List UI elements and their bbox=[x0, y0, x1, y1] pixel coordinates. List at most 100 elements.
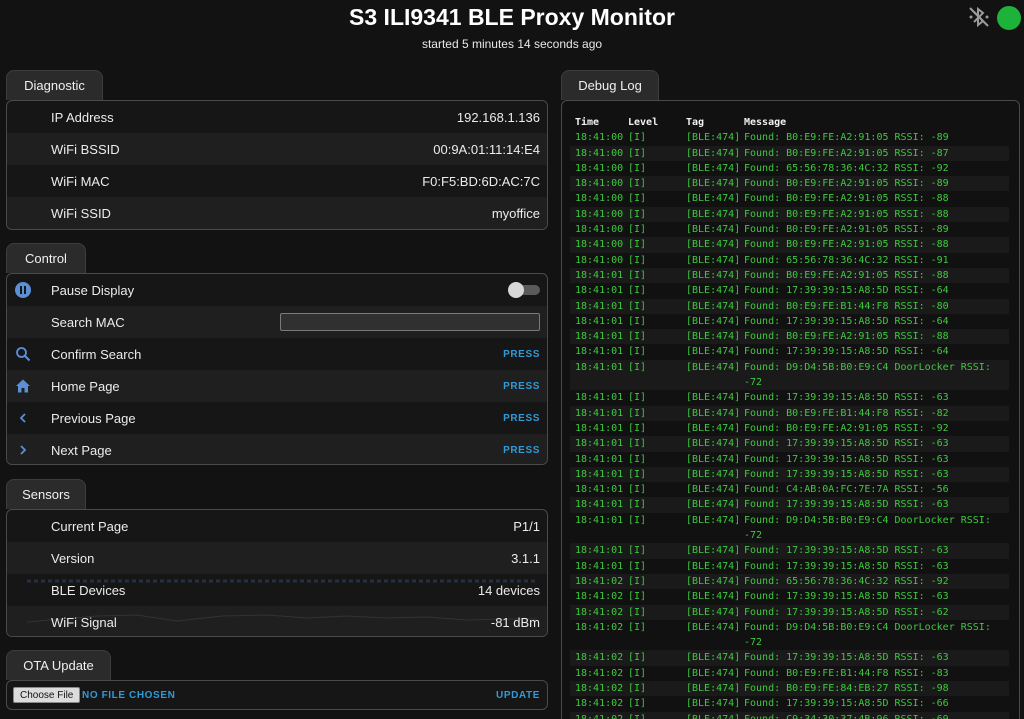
log-time: 18:41:01 bbox=[575, 361, 624, 373]
log-time: 18:41:01 bbox=[575, 453, 624, 465]
log-message: Found: 17:39:39:15:A8:5D RSSI: -63 bbox=[744, 392, 949, 404]
log-tag: [BLE:474] bbox=[686, 484, 741, 496]
sensor-row: BLE Devices 14 devices bbox=[7, 574, 547, 606]
diagnostic-label: IP Address bbox=[51, 109, 114, 125]
log-level: [I] bbox=[628, 652, 647, 664]
log-line: 18:41:00 [I] [BLE:474] Found: B0:E9:FE:A2:9… bbox=[570, 145, 1009, 161]
log-line: 18:41:01 [I] [BLE:474] Found: 17:39:39:15:A… bbox=[570, 344, 1009, 359]
sensor-row: WiFi Signal -81 dBm bbox=[7, 606, 547, 636]
page-title: S3 ILI9341 BLE Proxy Monitor bbox=[349, 4, 675, 30]
diagnostic-label: WiFi MAC bbox=[51, 173, 110, 189]
tab-debug-log[interactable]: Debug Log bbox=[561, 70, 659, 100]
log-message: Found: B0:E9:FE:A2:91:05 RSSI: -88 bbox=[744, 331, 949, 343]
log-message: Found: 17:39:39:15:A8:5D RSSI: -63 bbox=[744, 499, 949, 511]
log-level: [I] bbox=[628, 453, 647, 465]
diagnostic-value: myoffice bbox=[491, 205, 540, 221]
log-time: 18:41:01 bbox=[575, 300, 624, 312]
sensor-value: 3.1.1 bbox=[511, 550, 540, 566]
log-time: 18:41:02 bbox=[575, 698, 624, 710]
log-time: 18:41:02 bbox=[575, 591, 624, 603]
log-line: 18:41:02 [I] [BLE:474] Found: 17:39:39:15:A… bbox=[570, 589, 1009, 604]
pause-circle-icon bbox=[15, 282, 31, 298]
previous-page-label: Previous Page bbox=[51, 410, 136, 426]
log-tag: [BLE:474] bbox=[686, 453, 741, 465]
log-message: Found: 17:39:39:15:A8:5D RSSI: -63 bbox=[744, 591, 949, 603]
diagnostic-row: IP Address 192.168.1.136 bbox=[7, 101, 547, 133]
diagnostic-value: 00:9A:01:11:14:E4 bbox=[433, 141, 540, 157]
log-message: Found: D9:D4:5B:B0:E9:C4 DoorLocker RSSI… bbox=[744, 621, 997, 649]
choose-file-button[interactable]: Choose File bbox=[13, 687, 81, 703]
log-tag: [BLE:474] bbox=[686, 269, 741, 281]
log-message: Found: 17:39:39:15:A8:5D RSSI: -63 bbox=[744, 438, 949, 450]
log-level: [I] bbox=[628, 560, 647, 572]
log-tag: [BLE:474] bbox=[686, 545, 741, 557]
log-tag: [BLE:474] bbox=[686, 606, 741, 618]
tab-diagnostic[interactable]: Diagnostic bbox=[6, 70, 103, 100]
log-tag: [BLE:474] bbox=[686, 591, 741, 603]
log-time: 18:41:00 bbox=[575, 147, 624, 159]
log-message: Found: B0:E9:FE:A2:91:05 RSSI: -87 bbox=[744, 147, 949, 159]
log-tag: [BLE:474] bbox=[686, 346, 741, 358]
tab-sensors[interactable]: Sensors bbox=[6, 479, 86, 509]
next-page-button[interactable]: PRESS bbox=[503, 445, 540, 456]
log-line: 18:41:02 [I] [BLE:474] Found: 17:39:39:15:A… bbox=[570, 696, 1009, 711]
search-mac-input[interactable] bbox=[280, 313, 540, 331]
search-icon bbox=[15, 346, 31, 362]
update-button[interactable]: UPDATE bbox=[496, 690, 540, 701]
log-message: Found: 17:39:39:15:A8:5D RSSI: -63 bbox=[744, 453, 949, 465]
debug-log-panel[interactable]: Time Level Tag Message 18:41:00 [I] [BLE:4… bbox=[561, 100, 1020, 719]
log-tag: [BLE:474] bbox=[686, 178, 741, 190]
confirm-search-button[interactable]: PRESS bbox=[503, 349, 540, 360]
log-line: 18:41:01 [I] [BLE:474] Found: 17:39:39:15:A… bbox=[570, 452, 1009, 467]
tab-control[interactable]: Control bbox=[6, 243, 86, 273]
bluetooth-disabled-icon[interactable] bbox=[966, 4, 992, 30]
log-line: 18:41:02 [I] [BLE:474] Found: 17:39:39:15:A… bbox=[570, 604, 1009, 620]
log-level: [I] bbox=[628, 285, 647, 297]
log-tag: [BLE:474] bbox=[686, 621, 741, 633]
home-page-button[interactable]: PRESS bbox=[503, 381, 540, 392]
app-page: S3 ILI9341 BLE Proxy Monitor started 5 m… bbox=[0, 0, 1024, 719]
log-line: 18:41:00 [I] [BLE:474] Found: B0:E9:FE:A2:9… bbox=[570, 130, 1009, 145]
connection-status-indicator bbox=[997, 6, 1021, 30]
log-time: 18:41:01 bbox=[575, 285, 624, 297]
log-line: 18:41:01 [I] [BLE:474] Found: 17:39:39:15:A… bbox=[570, 559, 1009, 574]
log-level: [I] bbox=[628, 621, 647, 633]
log-message: Found: C4:AB:0A:FC:7E:7A RSSI: -56 bbox=[744, 484, 949, 496]
log-line: 18:41:01 [I] [BLE:474] Found: B0:E9:FE:B1:4… bbox=[570, 298, 1009, 314]
log-message: Found: 17:39:39:15:A8:5D RSSI: -64 bbox=[744, 346, 949, 358]
log-line: 18:41:02 [I] [BLE:474] Found: D9:D4:5B:B0:E… bbox=[570, 620, 1009, 651]
next-page-label: Next Page bbox=[51, 442, 112, 458]
tab-ota-update[interactable]: OTA Update bbox=[6, 650, 111, 680]
log-tag: [BLE:474] bbox=[686, 682, 741, 694]
log-line: 18:41:00 [I] [BLE:474] Found: B0:E9:FE:A2:9… bbox=[570, 222, 1009, 237]
log-tag: [BLE:474] bbox=[686, 652, 741, 664]
log-level: [I] bbox=[628, 178, 647, 190]
log-tag: [BLE:474] bbox=[686, 193, 741, 205]
previous-page-button[interactable]: PRESS bbox=[503, 413, 540, 424]
log-message: Found: 17:39:39:15:A8:5D RSSI: -64 bbox=[744, 285, 949, 297]
sensor-value: 14 devices bbox=[477, 582, 540, 598]
log-tag: [BLE:474] bbox=[686, 208, 741, 220]
log-time: 18:41:00 bbox=[575, 162, 624, 174]
log-message: Found: B0:E9:FE:B1:44:F8 RSSI: -82 bbox=[744, 407, 949, 419]
sensor-row: Version 3.1.1 bbox=[7, 542, 547, 574]
log-level: [I] bbox=[628, 407, 647, 419]
log-level: [I] bbox=[628, 269, 647, 281]
log-message: Found: B0:E9:FE:A2:91:05 RSSI: -92 bbox=[744, 422, 949, 434]
log-tag: [BLE:474] bbox=[686, 514, 741, 526]
sensor-value: P1/1 bbox=[513, 518, 540, 534]
log-line: 18:41:01 [I] [BLE:474] Found: C4:AB:0A:FC:7… bbox=[570, 482, 1009, 497]
log-level: [I] bbox=[628, 682, 647, 694]
log-tag: [BLE:474] bbox=[686, 407, 741, 419]
log-level: [I] bbox=[628, 162, 647, 174]
log-level: [I] bbox=[628, 361, 647, 373]
log-time: 18:41:02 bbox=[575, 606, 624, 618]
log-tag: [BLE:474] bbox=[686, 361, 741, 373]
log-time: 18:41:02 bbox=[575, 652, 624, 664]
log-message: Found: 65:56:78:36:4C:32 RSSI: -92 bbox=[744, 575, 949, 587]
pause-display-toggle[interactable] bbox=[508, 282, 540, 298]
log-line: 18:41:02[I][BLE:474]Found: C9:34:30:37:4… bbox=[570, 711, 1009, 719]
log-message: Found: B0:E9:FE:B1:44:F8 RSSI: -83 bbox=[744, 667, 949, 679]
column-header-message: Message bbox=[744, 117, 787, 128]
log-message: Found: 17:39:39:15:A8:5D RSSI: -63 bbox=[744, 468, 949, 480]
